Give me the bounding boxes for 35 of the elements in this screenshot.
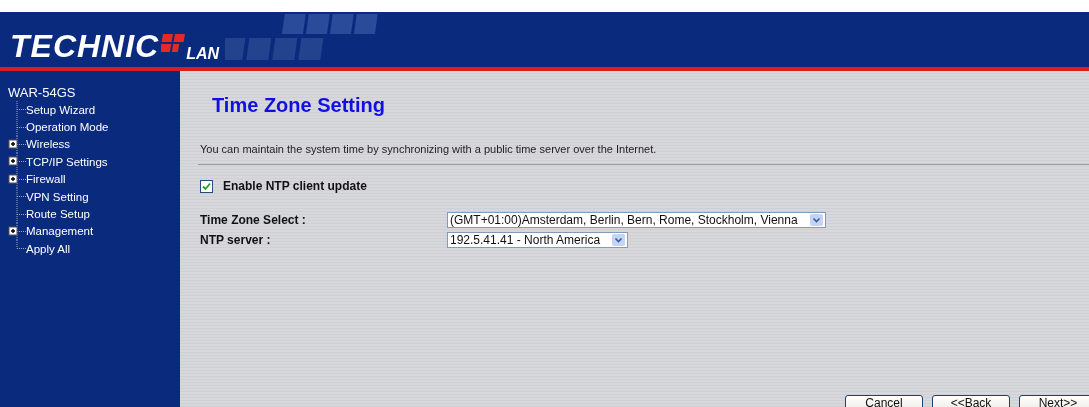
field-label: Time Zone Select : <box>200 213 307 227</box>
sidebar-item[interactable]: VPN Setting <box>26 190 89 203</box>
dropdown-arrow-icon <box>612 234 626 246</box>
nav-button[interactable]: Next>> <box>1019 395 1089 407</box>
sidebar-item[interactable]: Setup Wizard <box>26 103 96 116</box>
dropdown-field[interactable]: 192.5.41.41 - North America <box>447 232 629 248</box>
ntp-checkbox[interactable] <box>200 179 213 193</box>
tree-connector <box>16 135 26 153</box>
expand-icon[interactable] <box>8 226 18 236</box>
dropdown-field[interactable]: (GMT+01:00)Amsterdam, Berlin, Bern, Rome, Stockholm, Vienna <box>447 212 826 228</box>
sidebar-item[interactable]: Operation Mode <box>26 121 109 134</box>
expand-icon[interactable] <box>8 156 18 166</box>
sidebar-item[interactable]: Route Setup <box>26 208 90 221</box>
tree-connector <box>16 153 26 171</box>
tree-connector <box>16 205 26 223</box>
description-text: You can maintain the system time by synchronizing with a public time server over the Internet. <box>200 143 658 155</box>
expand-icon[interactable] <box>8 139 18 149</box>
brand-logo: TECHNIC LAN <box>10 12 386 67</box>
tree-connector <box>16 101 26 119</box>
nav-button[interactable]: <<Back <box>932 395 1010 407</box>
sidebar-item[interactable]: Apply All <box>26 242 71 255</box>
sidebar-item[interactable]: Firewall <box>26 173 66 186</box>
page-title: Time Zone Setting <box>212 93 386 118</box>
nav-button[interactable]: Cancel <box>845 395 923 407</box>
checkbox-label: Enable NTP client update <box>223 179 367 193</box>
dropdown-arrow-icon <box>809 214 823 226</box>
tree-connector <box>16 170 26 188</box>
expand-icon[interactable] <box>8 174 18 184</box>
field-label: NTP server : <box>200 233 272 247</box>
device-name: WAR-54GS <box>8 85 77 100</box>
tree-connector <box>16 188 26 206</box>
sidebar-item[interactable]: Management <box>26 225 94 238</box>
sidebar-item[interactable]: TCP/IP Settings <box>26 155 108 168</box>
sidebar-item[interactable]: Wireless <box>26 138 71 151</box>
tree-connector <box>16 118 26 136</box>
